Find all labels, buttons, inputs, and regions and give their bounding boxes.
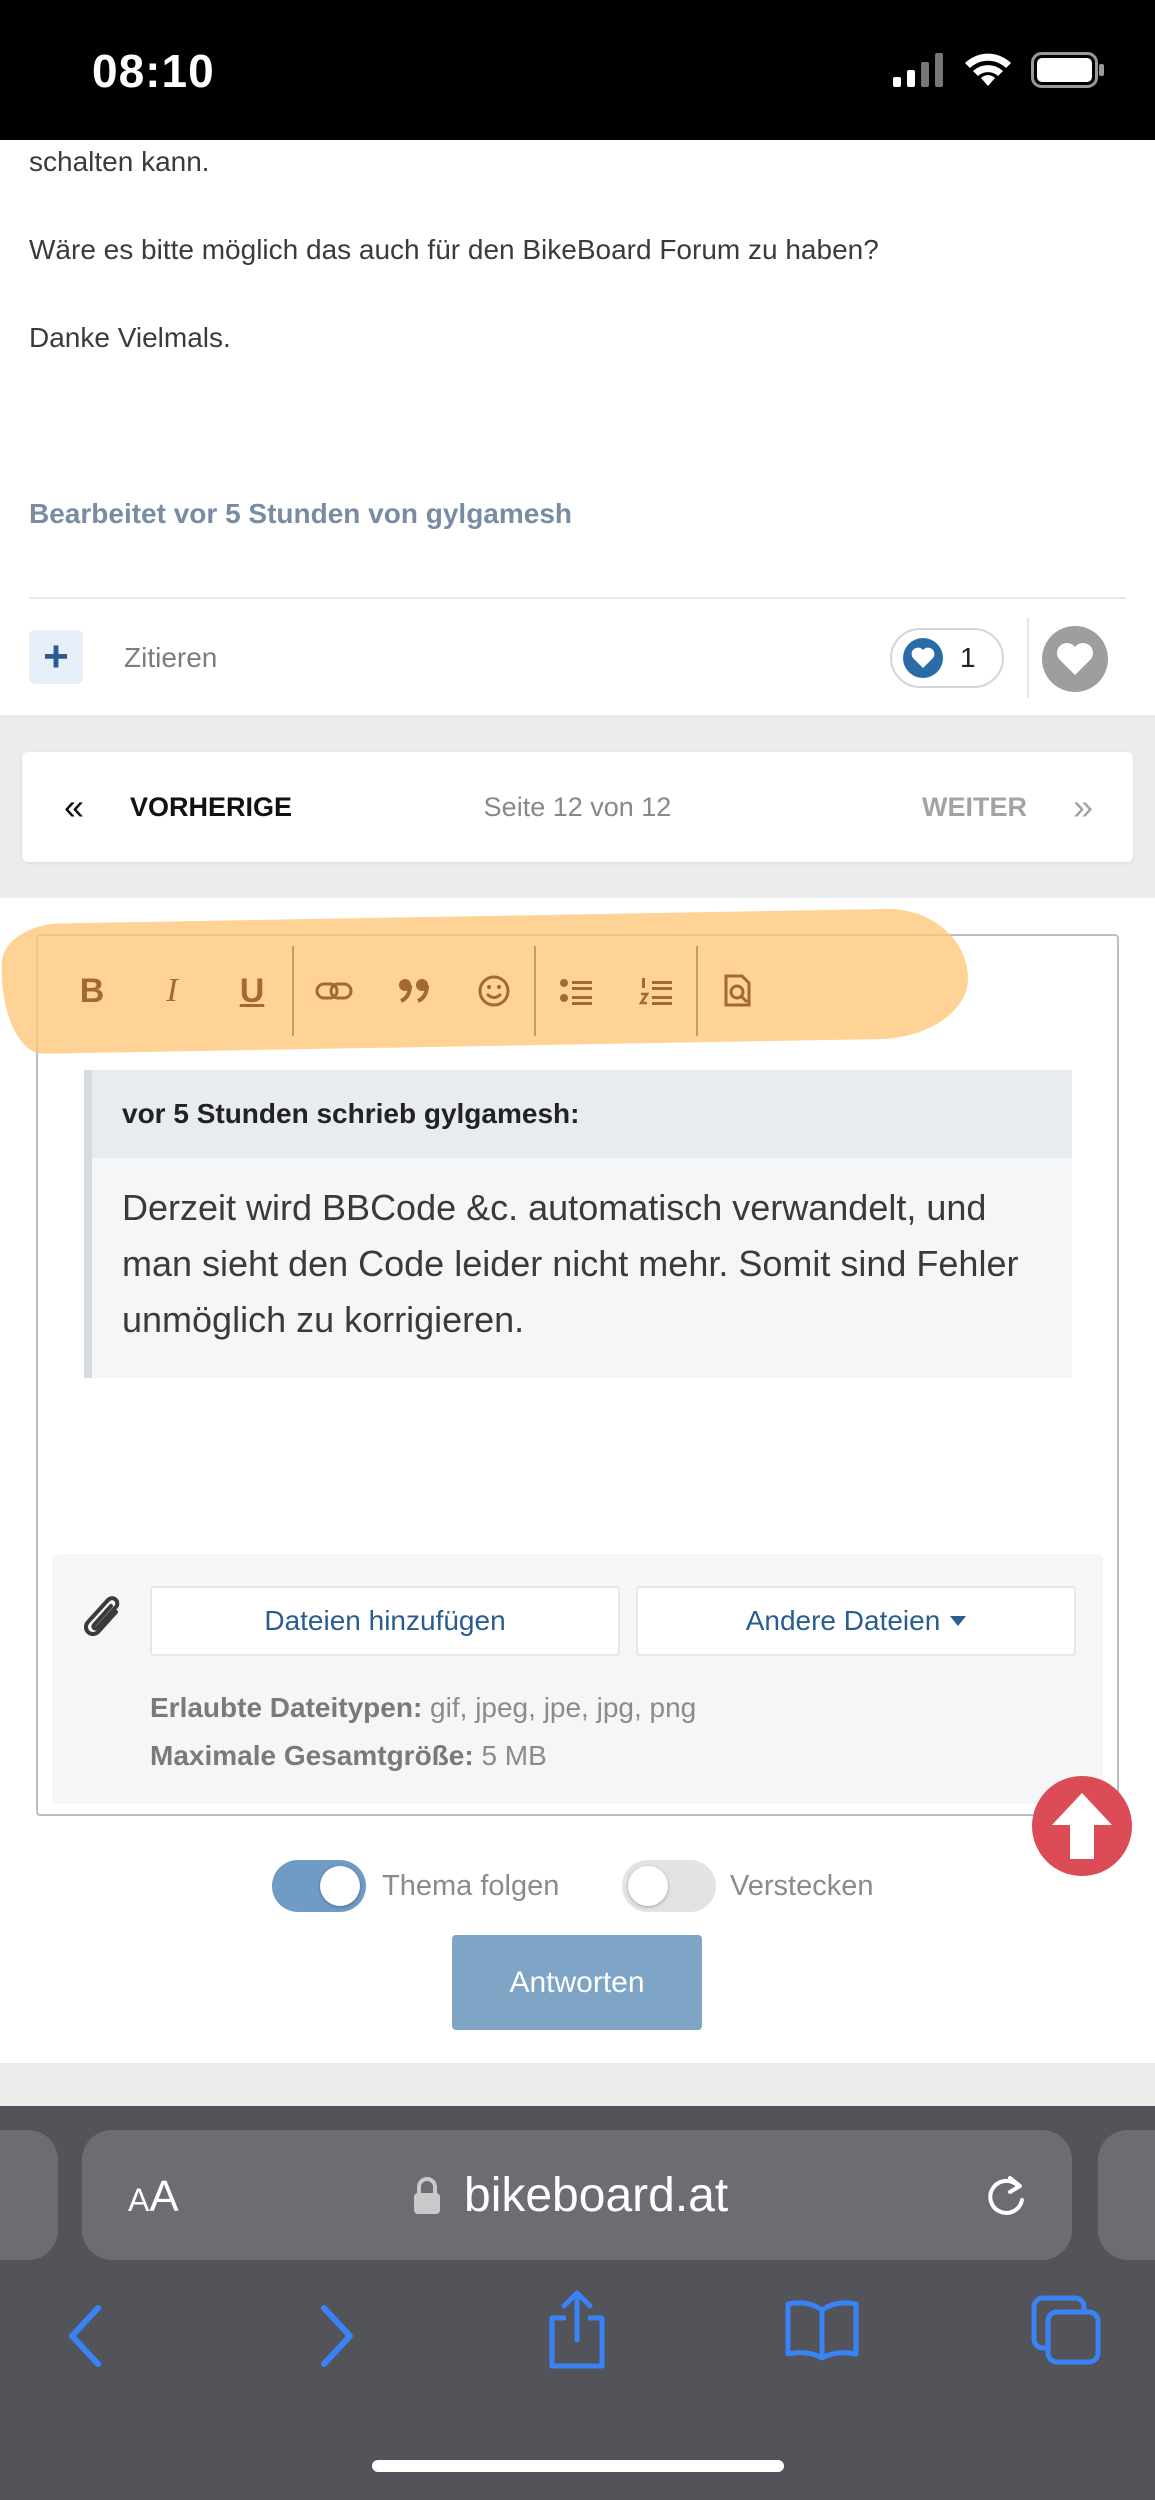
bullet-list-button[interactable] (536, 951, 616, 1031)
share-icon[interactable] (546, 2290, 608, 2370)
smiley-icon (478, 975, 510, 1007)
reaction-count-label: 1 (960, 642, 976, 673)
hide-toggle[interactable] (622, 1860, 716, 1912)
allowed-types-value: gif, jpeg, jpe, jpg, png (422, 1692, 697, 1723)
quote-header: vor 5 Stunden schrieb gylgamesh: (92, 1070, 1072, 1158)
divider (1027, 618, 1029, 698)
home-indicator (372, 2460, 784, 2472)
divider (29, 597, 1126, 599)
scroll-to-top-button[interactable] (1032, 1776, 1132, 1876)
battery-icon (1031, 52, 1104, 88)
previous-tab-preview[interactable] (0, 2130, 58, 2260)
allowed-types-line: Erlaubte Dateitypen: gif, jpeg, jpe, jpg… (150, 1692, 696, 1724)
next-tab-preview[interactable] (1098, 2130, 1155, 2260)
emoji-button[interactable] (454, 951, 534, 1031)
status-bar: 08:10 (0, 0, 1155, 140)
browser-toolbar: AA bikeboard.at (0, 2106, 1155, 2500)
quote-button[interactable]: Zitieren (124, 642, 217, 674)
back-icon[interactable] (66, 2304, 106, 2368)
multiquote-button[interactable]: + (29, 630, 83, 684)
lock-icon (414, 2177, 440, 2214)
wifi-icon (965, 53, 1011, 86)
quote-body: Derzeit wird BBCode &c. automatisch verw… (122, 1187, 1019, 1340)
italic-button[interactable]: I (132, 951, 212, 1031)
next-page-link[interactable]: WEITER (922, 792, 1027, 823)
toggle-knob (628, 1866, 668, 1906)
editor-toolbar: B I U (38, 936, 798, 1046)
numbered-list-button[interactable] (616, 951, 696, 1031)
follow-topic-toggle[interactable] (272, 1860, 366, 1912)
aa-big: A (149, 2172, 179, 2221)
next-arrow-icon[interactable]: » (1073, 786, 1093, 828)
url-text: bikeboard.at (464, 2169, 729, 2222)
pagination: « VORHERIGE Seite 12 von 12 WEITER » (22, 752, 1133, 862)
caret-down-icon (950, 1616, 967, 1626)
post-text-line: Danke Vielmals. (29, 322, 231, 353)
forward-icon[interactable] (316, 2304, 356, 2368)
aa-small: A (128, 2182, 150, 2218)
rich-text-editor[interactable]: B I U vor 5 Stunden schrieb gylgamesh: D… (0, 907, 1119, 1816)
arrow-up-icon (1052, 1793, 1112, 1859)
numbered-list-icon (639, 978, 672, 1005)
reader-options-button[interactable]: AA (128, 2172, 179, 2222)
tabs-icon[interactable] (1030, 2294, 1102, 2366)
follow-topic-label: Thema folgen (382, 1870, 560, 1902)
bookmarks-icon[interactable] (784, 2298, 860, 2362)
address-bar[interactable]: AA bikeboard.at (82, 2130, 1072, 2260)
clock: 08:10 (92, 45, 215, 97)
other-files-label: Andere Dateien (745, 1605, 941, 1636)
max-size-label: Maximale Gesamtgröße: (150, 1740, 474, 1771)
quote-insert-button[interactable] (374, 951, 454, 1031)
bold-button[interactable]: B (52, 951, 132, 1031)
submit-reply-button[interactable]: Antworten (452, 1935, 702, 2030)
max-size-line: Maximale Gesamtgröße: 5 MB (150, 1740, 547, 1772)
attachments-panel: Dateien hinzufügen Andere Dateien Erlaub… (52, 1554, 1103, 1804)
quoted-message: vor 5 Stunden schrieb gylgamesh: Derzeit… (84, 1070, 1072, 1378)
reload-icon[interactable] (982, 2170, 1030, 2222)
forum-post: schalten kann. Wäre es bitte möglich das… (0, 140, 1155, 715)
reaction-count[interactable]: 1 (890, 628, 1004, 688)
preview-icon (724, 974, 751, 1007)
browser-nav-row (0, 2276, 1155, 2406)
hide-label: Verstecken (730, 1870, 874, 1902)
allowed-types-label: Erlaubte Dateitypen: (150, 1692, 423, 1723)
add-files-button[interactable]: Dateien hinzufügen (150, 1586, 620, 1656)
reply-options: Thema folgen Verstecken (272, 1860, 892, 1916)
edited-notice: Bearbeitet vor 5 Stunden von gylgamesh (29, 498, 573, 529)
status-icons (893, 52, 1105, 88)
link-icon (315, 982, 353, 1000)
underline-button[interactable]: U (212, 951, 292, 1031)
bullet-list-icon (560, 979, 592, 1005)
paperclip-icon (83, 1596, 120, 1637)
preview-button[interactable] (698, 951, 778, 1031)
max-size-value: 5 MB (473, 1740, 547, 1771)
post-text-line: schalten kann. (29, 146, 210, 177)
like-button[interactable] (1042, 626, 1108, 692)
quote-icon (399, 979, 429, 1003)
heart-reaction-icon (903, 638, 943, 678)
heart-icon (1057, 643, 1093, 675)
post-text-line: Wäre es bitte möglich das auch für den B… (29, 234, 879, 265)
other-files-dropdown[interactable]: Andere Dateien (636, 1586, 1076, 1656)
toggle-knob (320, 1866, 360, 1906)
cellular-signal-icon (893, 53, 943, 87)
link-button[interactable] (294, 951, 374, 1031)
